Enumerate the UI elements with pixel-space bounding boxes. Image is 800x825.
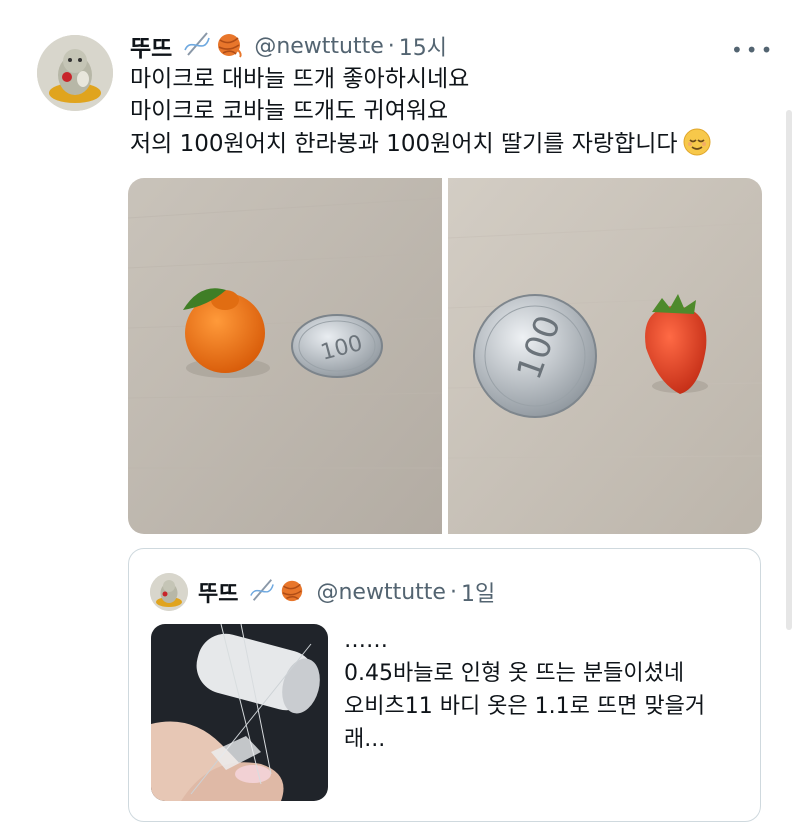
tweet-time[interactable]: 15시 xyxy=(399,30,447,62)
hallabong-photo[interactable]: 100 xyxy=(128,178,443,534)
quoted-tweet-header: 뚜뜨 @newttutte · 1일 xyxy=(198,573,495,611)
tweet-line: 저의 100원어치 한라봉과 100원어치 딸기를 자랑합니다 xyxy=(130,131,678,157)
quoted-line: 0.45바늘로 인형 옷 뜨는 분들이셨네 xyxy=(344,661,685,686)
quoted-tweet-text: …… 0.45바늘로 인형 옷 뜨는 분들이셨네 오비츠11 바디 옷은 1.1… xyxy=(344,624,705,756)
quoted-author-avatar xyxy=(150,573,188,611)
author-handle[interactable]: @newttutte xyxy=(254,34,383,59)
quoted-author-name: 뚜뜨 xyxy=(198,582,239,607)
needle-thread-icon xyxy=(248,577,276,607)
strawberry-photo[interactable]: 100 xyxy=(447,178,762,534)
separator-dot: · xyxy=(449,579,457,605)
needle-thread-icon xyxy=(182,30,212,62)
yarn-ball-icon xyxy=(214,30,244,62)
quoted-tweet[interactable]: 뚜뜨 @newttutte · 1일 …… 0.45바늘로 인형 옷 뜨는 분들… xyxy=(128,548,761,822)
tweet-media: 100 100 xyxy=(128,178,762,534)
quoted-line: …… xyxy=(344,628,388,653)
quoted-line: 오비츠11 바디 옷은 1.1로 뜨면 맞을거 xyxy=(344,694,706,719)
tweet-line: 마이크로 코바늘 뜨개도 귀여워요 xyxy=(130,98,449,124)
quoted-tweet-time: 1일 xyxy=(460,582,496,607)
scrollbar[interactable] xyxy=(786,110,792,630)
yarn-ball-icon xyxy=(278,577,306,607)
tweet-header: 뚜뜨 @newttutte · 15시 xyxy=(130,29,447,63)
more-options-icon[interactable]: ••• xyxy=(731,38,775,62)
author-name[interactable]: 뚜뜨 xyxy=(130,29,172,63)
author-avatar[interactable] xyxy=(37,35,113,111)
tweet-line: 마이크로 대바늘 뜨개 좋아하시네요 xyxy=(130,66,470,92)
quoted-tweet-photo[interactable] xyxy=(151,624,328,801)
quoted-line: 래... xyxy=(344,727,386,752)
relieved-face-emoji xyxy=(682,127,712,166)
quoted-author-handle: @newttutte xyxy=(316,579,446,605)
tweet-text: 마이크로 대바늘 뜨개 좋아하시네요 마이크로 코바늘 뜨개도 귀여워요 저의 … xyxy=(130,63,712,166)
separator-dot: · xyxy=(387,33,395,59)
